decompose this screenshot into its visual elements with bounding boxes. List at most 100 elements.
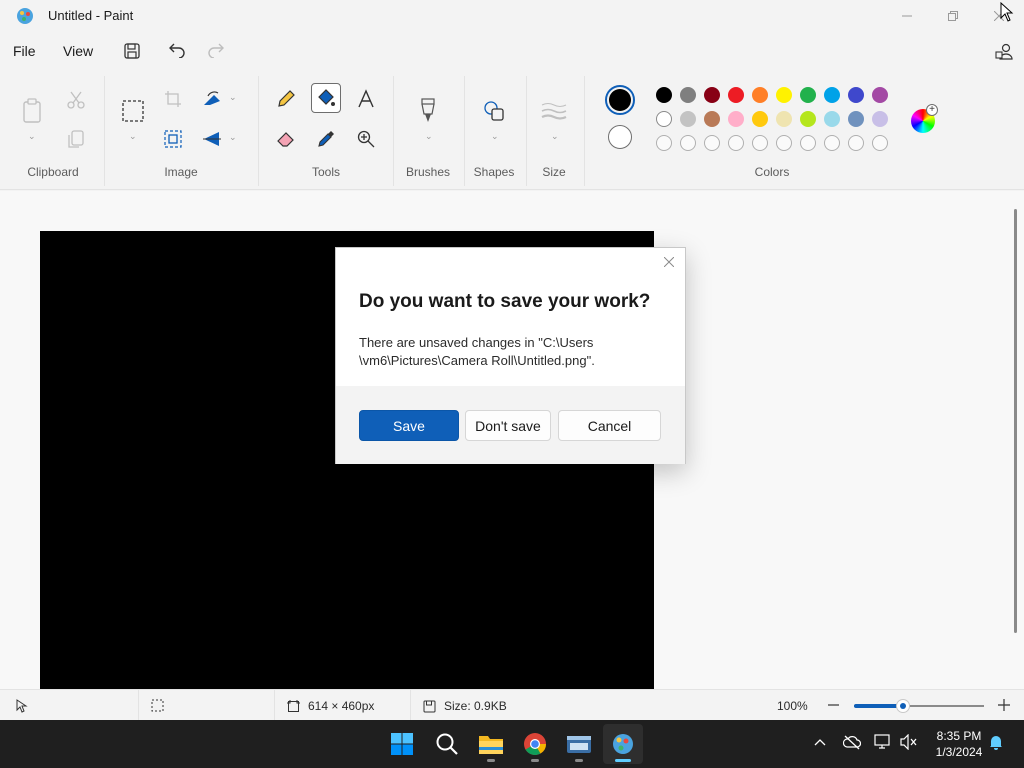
custom-color-slot[interactable] [800,135,816,151]
undo-button[interactable] [163,36,191,64]
rotate-chevron-icon[interactable]: ⌄ [229,92,237,103]
palette-color-swatch[interactable] [824,111,840,127]
palette-color-swatch[interactable] [704,111,720,127]
account-button[interactable] [990,38,1018,66]
paste-button[interactable] [17,94,47,128]
pencil-tool[interactable] [271,84,301,114]
network-icon[interactable] [874,734,892,750]
chrome-button[interactable] [515,724,555,764]
status-divider [410,690,411,720]
palette-color-swatch[interactable] [680,111,696,127]
restore-button[interactable] [930,0,976,32]
paste-chevron-icon[interactable]: ⌄ [28,131,36,142]
palette-color-swatch[interactable] [800,111,816,127]
custom-color-slot[interactable] [824,135,840,151]
search-button[interactable] [427,724,467,764]
paint-icon [613,734,633,754]
zoom-in-icon[interactable] [998,699,1010,711]
custom-color-slot[interactable] [776,135,792,151]
save-button[interactable] [118,37,146,65]
magnifier-tool[interactable] [351,124,381,154]
rectangle-select-icon [122,100,144,122]
crop-icon [165,91,181,107]
notification-bell-icon[interactable] [989,734,1003,750]
zoom-slider[interactable] [854,699,984,713]
palette-color-swatch[interactable] [704,87,720,103]
file-explorer-button[interactable] [471,724,511,764]
custom-color-slot[interactable] [728,135,744,151]
rotate-button[interactable] [197,84,227,114]
palette-color-swatch[interactable] [728,87,744,103]
start-button[interactable] [382,724,422,764]
palette-color-swatch[interactable] [848,87,864,103]
palette-color-swatch[interactable] [872,87,888,103]
custom-color-slot[interactable] [656,135,672,151]
paint-taskbar-button[interactable] [603,724,643,764]
copy-button[interactable] [61,124,91,154]
flip-chevron-icon[interactable]: ⌄ [229,132,237,143]
brushes-chevron-icon[interactable]: ⌄ [425,131,433,142]
text-tool[interactable] [351,84,381,114]
palette-color-swatch[interactable] [680,87,696,103]
eraser-tool[interactable] [271,124,301,154]
custom-color-slot[interactable] [704,135,720,151]
dont-save-button[interactable]: Don't save [465,410,551,441]
fill-tool[interactable] [311,83,341,113]
palette-color-swatch[interactable] [872,111,888,127]
resize-button[interactable] [158,124,188,154]
select-chevron-icon[interactable]: ⌄ [129,131,137,142]
zoom-slider-thumb[interactable] [896,699,911,713]
select-button[interactable] [118,94,148,128]
status-divider [138,690,139,720]
save-dialog: Do you want to save your work? There are… [335,247,686,464]
crop-button[interactable] [158,84,188,114]
save-dialog-button[interactable]: Save [359,410,459,441]
shapes-button[interactable] [479,94,509,128]
close-window-button[interactable] [976,0,1022,32]
palette-color-swatch[interactable] [848,111,864,127]
shapes-chevron-icon[interactable]: ⌄ [491,131,499,142]
size-chevron-icon[interactable]: ⌄ [551,131,559,142]
palette-color-swatch[interactable] [752,111,768,127]
custom-color-slot[interactable] [680,135,696,151]
palette-color-swatch[interactable] [656,111,672,127]
system-clock[interactable]: 8:35 PM 1/3/2024 [926,728,992,760]
palette-color-swatch[interactable] [728,111,744,127]
color-picker-tool[interactable] [311,124,341,154]
minimize-button[interactable] [884,0,930,32]
flip-button[interactable] [197,124,227,154]
size-button[interactable] [539,94,569,128]
dialog-close-button[interactable] [661,254,677,270]
palette-color-swatch[interactable] [752,87,768,103]
disk-icon [423,700,436,712]
brush-icon [421,98,435,122]
palette-color-swatch[interactable] [776,111,792,127]
zoom-out-icon[interactable] [828,704,839,707]
view-menu[interactable]: View [63,43,93,59]
file-size-status: Size: 0.9KB [423,699,507,713]
redo-button[interactable] [202,36,230,64]
show-hidden-icons-chevron-icon[interactable] [814,738,826,746]
secondary-color-button[interactable] [608,125,632,149]
file-menu[interactable]: File [13,43,36,59]
dialog-footer: Save Don't save Cancel [336,386,685,464]
cut-button[interactable] [61,85,91,115]
onedrive-offline-icon[interactable] [843,734,861,750]
custom-color-slot[interactable] [752,135,768,151]
zoom-level-text[interactable]: 100% [777,699,808,713]
palette-color-swatch[interactable] [656,87,672,103]
primary-color-button[interactable] [605,85,635,115]
palette-color-swatch[interactable] [824,87,840,103]
brushes-button[interactable] [413,94,443,128]
terminal-button[interactable] [559,724,599,764]
custom-color-slot[interactable] [848,135,864,151]
file-size-text: Size: 0.9KB [444,699,507,713]
edit-colors-button[interactable]: + [911,104,938,133]
cancel-button[interactable]: Cancel [558,410,661,441]
palette-color-swatch[interactable] [800,87,816,103]
volume-muted-icon[interactable] [900,734,918,750]
flip-icon [203,132,221,146]
custom-color-slot[interactable] [872,135,888,151]
palette-color-swatch[interactable] [776,87,792,103]
vertical-scrollbar[interactable] [1014,209,1017,633]
